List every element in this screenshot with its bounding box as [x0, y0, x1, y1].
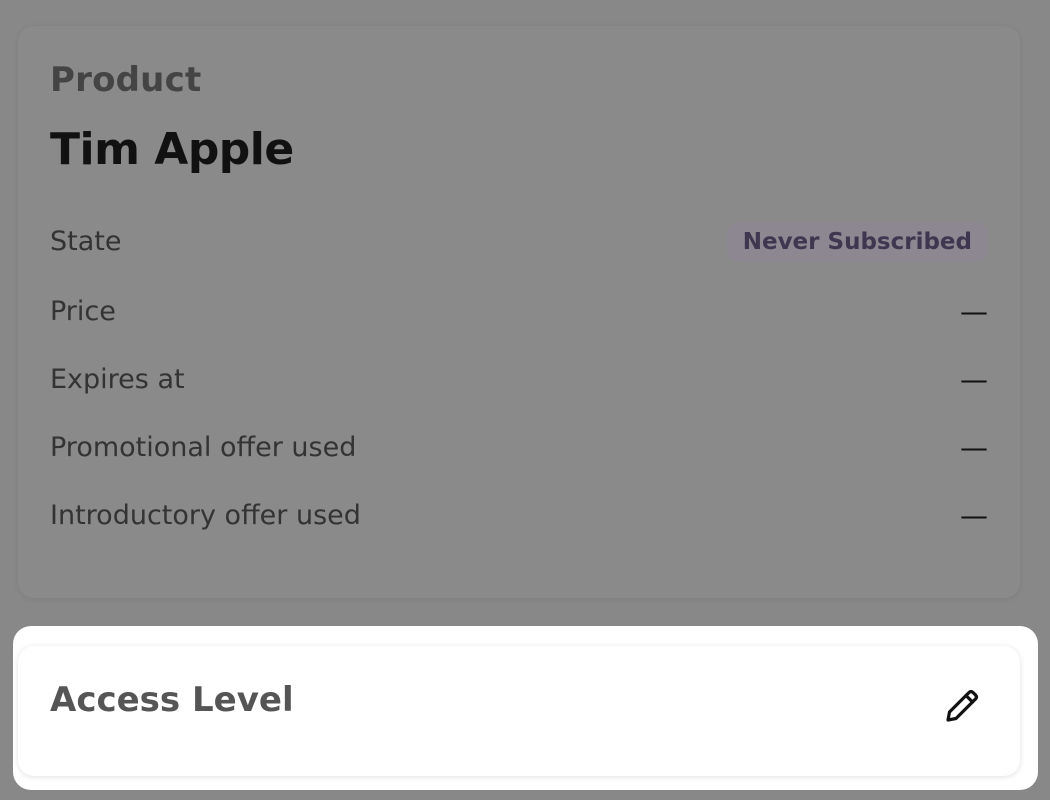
promotional-offer-label: Promotional offer used — [50, 432, 357, 463]
state-label: State — [50, 226, 122, 257]
product-section-label: Product — [50, 60, 202, 100]
state-badge: Never Subscribed — [726, 222, 988, 262]
price-label: Price — [50, 296, 116, 327]
edit-access-level-button[interactable] — [940, 684, 984, 728]
introductory-offer-row: Introductory offer used — — [50, 496, 988, 536]
state-row: State Never Subscribed — [50, 222, 988, 262]
promotional-offer-value: — — [960, 431, 988, 464]
price-value: — — [960, 295, 988, 328]
product-name: Tim Apple — [50, 124, 294, 175]
pencil-icon — [946, 689, 979, 722]
expires-at-value: — — [960, 363, 988, 396]
expires-at-label: Expires at — [50, 364, 185, 395]
access-level-title: Access Level — [50, 680, 294, 720]
product-card: Product Tim Apple State Never Subscribed… — [18, 26, 1020, 598]
introductory-offer-label: Introductory offer used — [50, 500, 361, 531]
access-level-card: Access Level — [18, 646, 1020, 776]
price-row: Price — — [50, 292, 988, 332]
promotional-offer-row: Promotional offer used — — [50, 428, 988, 468]
expires-at-row: Expires at — — [50, 360, 988, 400]
introductory-offer-value: — — [960, 499, 988, 532]
